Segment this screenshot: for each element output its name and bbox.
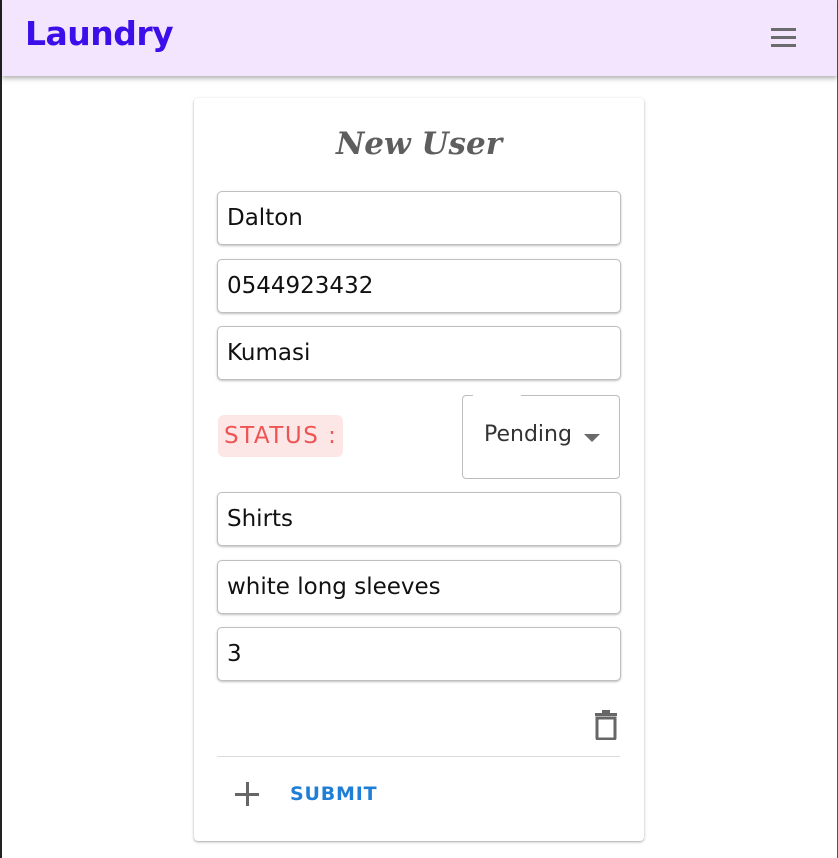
phone-input[interactable] xyxy=(227,273,611,299)
status-select[interactable]: Pending xyxy=(462,395,620,479)
description-field xyxy=(217,560,621,614)
quantity-field xyxy=(217,627,621,681)
status-label: STATUS : xyxy=(218,415,344,457)
trash-icon[interactable] xyxy=(594,710,618,741)
form-actions: SUBMIT xyxy=(234,774,379,814)
location-field xyxy=(217,326,621,380)
status-selected-value: Pending xyxy=(484,422,572,447)
item-field xyxy=(217,492,621,546)
quantity-input[interactable] xyxy=(227,641,611,667)
select-outline-notch xyxy=(473,395,521,397)
location-input[interactable] xyxy=(227,340,611,366)
submit-button[interactable]: SUBMIT xyxy=(288,779,379,809)
caret-down-icon xyxy=(584,434,600,442)
plus-icon[interactable] xyxy=(234,781,260,807)
item-input[interactable] xyxy=(227,506,611,532)
hamburger-menu-icon[interactable] xyxy=(766,22,800,52)
name-field xyxy=(217,191,621,245)
window-left-border xyxy=(0,0,2,858)
description-input[interactable] xyxy=(227,574,611,600)
phone-field xyxy=(217,259,621,313)
form-title: New User xyxy=(335,126,503,162)
app-title: Laundry xyxy=(25,14,174,53)
name-input[interactable] xyxy=(227,205,611,231)
app-bar: Laundry xyxy=(2,0,837,76)
new-user-form-card: New User STATUS : Pending SUBMIT xyxy=(194,98,644,841)
actions-divider xyxy=(217,756,620,757)
